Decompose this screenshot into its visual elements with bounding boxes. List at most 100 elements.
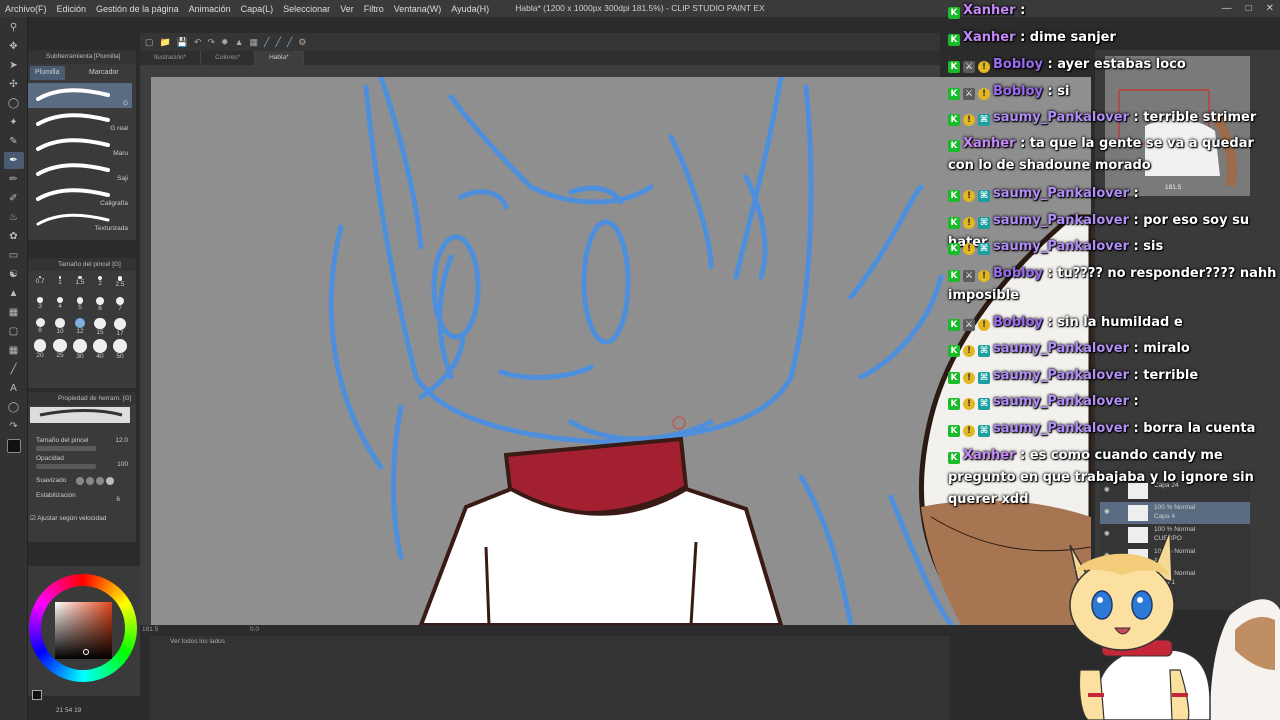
zoom-tool-icon[interactable]: ⚲ <box>4 19 24 36</box>
open-icon[interactable]: 📁 <box>160 37 171 48</box>
frame-tool-icon[interactable]: ▦ <box>4 342 24 359</box>
timeline-label[interactable]: Ver todos los lados <box>170 638 225 645</box>
brush-size-option[interactable]: 17 <box>110 316 130 337</box>
move-tool-icon[interactable]: ✥ <box>4 38 24 55</box>
top-ruler <box>150 65 940 77</box>
figure-tool-icon[interactable]: ▢ <box>4 323 24 340</box>
new-icon[interactable]: ▢ <box>145 37 154 48</box>
clear-icon[interactable]: ✸ <box>221 37 229 48</box>
brush-size-row[interactable]: Tamaño del pincel 12.0 <box>36 437 134 451</box>
brush-item[interactable]: G real <box>28 108 132 133</box>
brush-size-option[interactable]: 10 <box>50 316 70 337</box>
color-picker-handle[interactable] <box>83 649 89 655</box>
undo-icon[interactable]: ↶ <box>194 37 202 48</box>
menu-item-6[interactable]: Ver <box>335 4 359 14</box>
brush-size-option[interactable]: 15 <box>90 316 110 337</box>
brush-item[interactable]: Caligrafía <box>28 183 132 208</box>
brush-size-label: 7 <box>118 305 122 313</box>
move-layer-tool-icon[interactable]: ✣ <box>4 76 24 93</box>
transform-icon[interactable]: ▦ <box>250 37 259 48</box>
brush-size-option[interactable]: 5 <box>70 295 90 316</box>
chat-message: K Xanher : <box>948 0 1278 22</box>
text-tool-icon[interactable]: A <box>4 380 24 397</box>
pen-tool-icon[interactable]: ✒ <box>3 152 24 169</box>
brush-size-option[interactable]: 1 <box>50 274 70 295</box>
chat-username: Xanher <box>963 30 1016 45</box>
tab-plumilla[interactable]: Plumilla <box>30 66 65 80</box>
correct-line-tool-icon[interactable]: ↷ <box>4 418 24 435</box>
speed-row[interactable]: ☑ Ajustar según velocidad <box>30 514 128 528</box>
brush-size-option[interactable]: 50 <box>110 337 130 360</box>
brush-size-option[interactable]: 8 <box>30 316 50 337</box>
brush-size-option[interactable]: 40 <box>90 337 110 360</box>
brush-size-option[interactable]: 3 <box>30 295 50 316</box>
brush-item[interactable]: G <box>28 83 132 108</box>
stabilization-value[interactable]: 6 <box>116 496 120 503</box>
smoothing-row[interactable]: Suavizado <box>36 477 134 491</box>
fill-icon[interactable]: ▲ <box>235 37 244 47</box>
operation-tool-icon[interactable]: ➤ <box>4 57 24 74</box>
gradient-tool-icon[interactable]: ▦ <box>4 304 24 321</box>
opacity-value[interactable]: 100 <box>117 461 128 468</box>
settings-icon[interactable]: ⚙ <box>298 37 306 48</box>
tab-habla[interactable]: Habla* <box>255 51 304 65</box>
tab-ilustracion[interactable]: Ilustración* <box>140 51 202 65</box>
menu-item-3[interactable]: Animación <box>184 4 236 14</box>
menu-item-2[interactable]: Gestión de la página <box>91 4 184 14</box>
snap-ruler-icon[interactable]: ╱ <box>264 37 269 48</box>
brush-size-option[interactable]: 6 <box>90 295 110 316</box>
brush-size-value[interactable]: 12.0 <box>115 437 128 444</box>
opacity-slider[interactable] <box>36 464 96 469</box>
redo-icon[interactable]: ↷ <box>208 37 216 48</box>
ruler-tool-icon[interactable]: ╱ <box>4 361 24 378</box>
save-icon[interactable]: 💾 <box>177 37 188 48</box>
zoom-readout[interactable]: 181.5 <box>142 626 158 633</box>
chat-username: saumy_Pankalover <box>993 368 1129 383</box>
airbrush-tool-icon[interactable]: ♨ <box>4 209 24 226</box>
brush-tool-icon[interactable]: ✐ <box>4 190 24 207</box>
brush-size-option[interactable]: 20 <box>30 337 50 359</box>
kick-badge-icon: K <box>948 88 960 100</box>
brush-size-option[interactable]: 7 <box>110 295 130 316</box>
brush-item[interactable]: Texturizada <box>28 208 132 233</box>
menu-item-7[interactable]: Filtro <box>359 4 389 14</box>
pencil-tool-icon[interactable]: ✏ <box>4 171 24 188</box>
menu-item-0[interactable]: Archivo(F) <box>0 4 52 14</box>
snap-grid-icon[interactable]: ╱ <box>287 37 292 48</box>
balloon-tool-icon[interactable]: ◯ <box>4 399 24 416</box>
magic-wand-tool-icon[interactable]: ✦ <box>4 114 24 131</box>
chat-text: : <box>1133 186 1139 201</box>
current-color-swatch[interactable] <box>32 690 42 700</box>
brush-size-option[interactable]: 4 <box>50 295 70 316</box>
angle-readout[interactable]: 0.0 <box>250 626 259 633</box>
brush-size-option[interactable]: 2 <box>90 274 110 295</box>
fill-tool-icon[interactable]: ▲ <box>4 285 24 302</box>
opacity-row[interactable]: Opacidad 100 <box>36 455 134 469</box>
stabilization-row[interactable]: Estabilización 6 <box>36 492 134 506</box>
menu-item-4[interactable]: Capa(L) <box>236 4 279 14</box>
blend-tool-icon[interactable]: ☯ <box>4 266 24 283</box>
brush-item[interactable]: Saji <box>28 158 132 183</box>
snap-special-icon[interactable]: ╱ <box>275 37 280 48</box>
tab-marcador[interactable]: Marcador <box>84 66 124 80</box>
brush-size-option[interactable]: 30 <box>70 337 90 360</box>
eyedropper-tool-icon[interactable]: ✎ <box>4 133 24 150</box>
chat-message: K ⚔! Bobloy : tu???? no responder???? nahh… <box>948 263 1278 307</box>
brush-size-option[interactable]: 25 <box>50 337 70 359</box>
decoration-tool-icon[interactable]: ✿ <box>4 228 24 245</box>
brush-size-option[interactable]: 1.5 <box>70 274 90 295</box>
menu-item-1[interactable]: Edición <box>52 4 92 14</box>
tab-colores[interactable]: Colores* <box>201 51 256 65</box>
chat-username: Xanher <box>963 136 1016 151</box>
brush-size-slider[interactable] <box>36 446 96 451</box>
eraser-tool-icon[interactable]: ▭ <box>4 247 24 264</box>
menu-item-5[interactable]: Seleccionar <box>278 4 335 14</box>
window-title: Habla* (1200 x 1000px 300dpi 181.5%) - C… <box>515 3 765 13</box>
lasso-tool-icon[interactable]: ◯ <box>4 95 24 112</box>
speed-checkbox[interactable]: ☑ <box>30 515 36 522</box>
brush-size-option[interactable]: 0.7 <box>30 274 50 295</box>
brush-item[interactable]: Maru <box>28 133 132 158</box>
brush-size-option[interactable]: 2.5 <box>110 274 130 295</box>
main-color-swatch[interactable] <box>6 439 21 453</box>
brush-size-option[interactable]: 12 <box>70 316 90 337</box>
